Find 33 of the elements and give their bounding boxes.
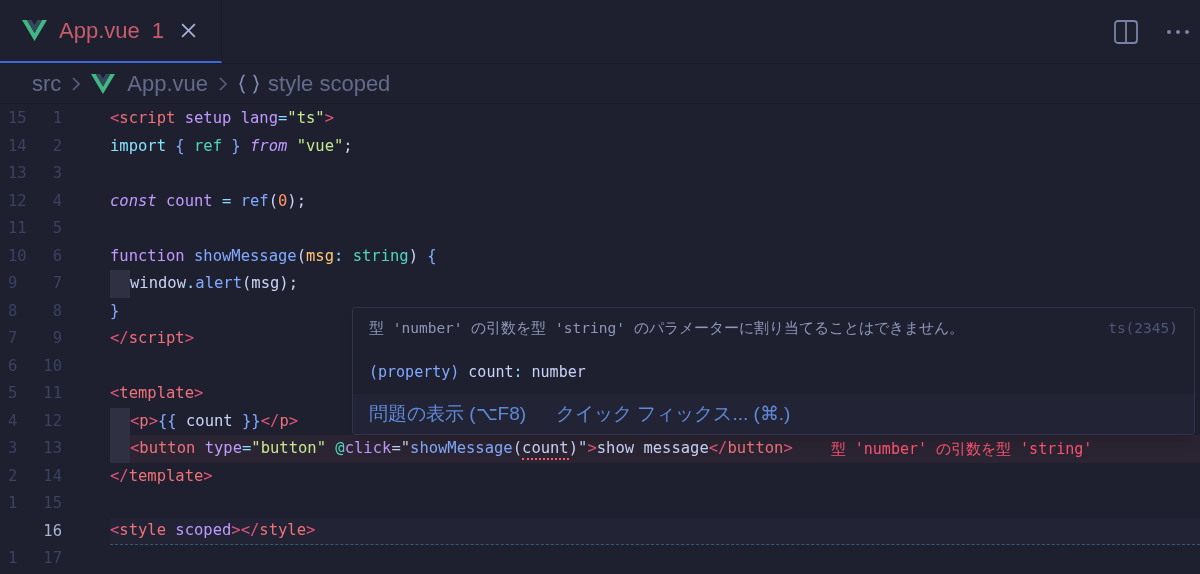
breadcrumb-item[interactable]: App.vue	[127, 67, 209, 100]
action-link[interactable]: クイック フィックス... (⌘.)	[556, 399, 791, 429]
code-line: import { ref } from "vue";	[110, 135, 353, 157]
vue-logo-icon	[91, 73, 116, 94]
editor-tab[interactable]: App.vue 1	[0, 0, 222, 63]
inline-error-message: 型 'number' の引数を型 'string'	[830, 438, 1093, 460]
code-line: }	[110, 300, 120, 322]
code-line: const count = ref(0);	[110, 190, 307, 212]
problem-count: 1	[151, 17, 164, 45]
chevron-right-icon	[218, 75, 229, 92]
code-line: function showMessage(msg: string) {	[110, 245, 437, 267]
code-line: </template>	[110, 465, 213, 487]
chevron-right-icon	[71, 75, 82, 92]
more-icon[interactable]	[1166, 28, 1190, 35]
code-line: <button type="button" @click="showMessage(count)">show message</button>	[130, 437, 793, 461]
code-line: <script setup lang="ts">	[110, 108, 334, 130]
breadcrumb-item[interactable]: src	[32, 67, 62, 100]
close-icon[interactable]	[180, 22, 197, 39]
line-number: 16	[42, 520, 62, 542]
error-message: 型 'number' の引数を型 'string' のパラメーターに割り当てることはできません。	[369, 319, 964, 339]
breadcrumb-item[interactable]: style scoped	[268, 67, 391, 100]
code-line: <style scoped></style>	[110, 520, 316, 542]
split-editor-icon[interactable]	[1114, 19, 1138, 44]
braces-icon	[238, 72, 261, 95]
code-line: window.alert(msg);	[130, 273, 298, 295]
code-line: </script>	[110, 328, 194, 350]
action-link[interactable]: 問題の表示 (⌥F8)	[369, 399, 527, 429]
code-line: <p>{{ count }}</p>	[130, 410, 299, 432]
vue-logo-icon	[22, 20, 47, 41]
type-signature: (property) count: number	[369, 361, 586, 383]
error-code: ts(2345)	[1108, 319, 1178, 339]
code-line: <template>	[110, 383, 204, 405]
tab-label: App.vue	[59, 17, 140, 45]
